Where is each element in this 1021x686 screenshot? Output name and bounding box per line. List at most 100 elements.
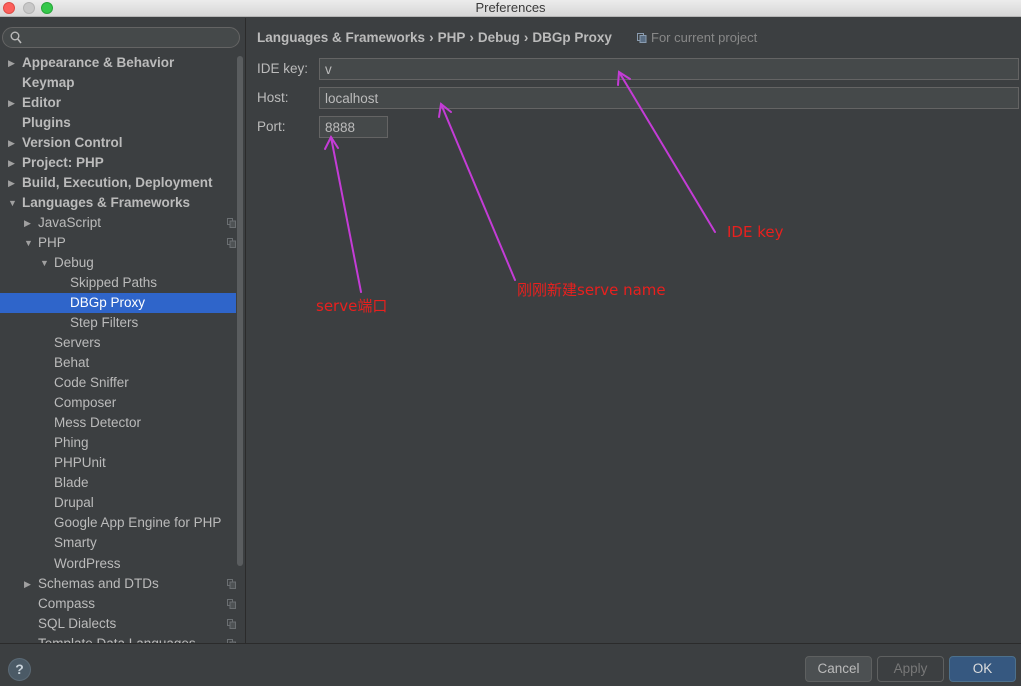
- sidebar-item[interactable]: ▼ PHP: [0, 233, 236, 253]
- sidebar-item-label: Servers: [54, 335, 101, 350]
- sidebar-scrollbar[interactable]: [236, 56, 244, 566]
- project-scope-icon: [227, 599, 236, 609]
- sidebar-item[interactable]: PHPUnit: [0, 453, 236, 473]
- sidebar-item-label: Code Sniffer: [54, 375, 129, 390]
- host-label: Host:: [257, 90, 289, 105]
- sidebar-item[interactable]: ▼ Debug: [0, 253, 236, 273]
- search-input[interactable]: [25, 30, 235, 45]
- sidebar-item-label: Template Data Languages: [38, 634, 196, 643]
- sidebar-item[interactable]: ▶ Editor: [0, 93, 236, 113]
- title-bar: Preferences: [0, 0, 1021, 17]
- ide-key-label: IDE key:: [257, 61, 309, 76]
- sidebar-item[interactable]: ▶ Schemas and DTDs: [0, 574, 236, 594]
- chevron-right-icon[interactable]: ▶: [24, 213, 34, 233]
- breadcrumb-item: PHP: [437, 30, 466, 45]
- sidebar-item[interactable]: Composer: [0, 393, 236, 413]
- port-label: Port:: [257, 119, 286, 134]
- sidebar-item-label: Composer: [54, 395, 117, 410]
- sidebar-item[interactable]: Mess Detector: [0, 413, 236, 433]
- breadcrumb: Languages & Frameworks › PHP › Debug › DBGp Pr…: [257, 29, 612, 47]
- sidebar-item[interactable]: Phing: [0, 433, 236, 453]
- sidebar-item-label: Appearance & Behavior: [22, 55, 175, 70]
- sidebar-item[interactable]: Servers: [0, 333, 236, 353]
- host-input[interactable]: [319, 87, 1019, 109]
- scope-indicator: For current project: [637, 29, 757, 47]
- annotation-ide-key: IDE key: [727, 223, 784, 241]
- sidebar-item[interactable]: Behat: [0, 353, 236, 373]
- sidebar-item-label: Editor: [22, 95, 61, 110]
- window-title: Preferences: [475, 0, 546, 15]
- sidebar-item[interactable]: SQL Dialects: [0, 614, 236, 634]
- project-scope-icon: [227, 579, 236, 589]
- sidebar-item[interactable]: Blade: [0, 473, 236, 493]
- sidebar-item-label: Google App Engine for PHP: [54, 515, 222, 530]
- sidebar-item-label: Step Filters: [70, 315, 139, 330]
- scope-label: For current project: [651, 30, 758, 45]
- chevron-down-icon[interactable]: ▼: [24, 233, 34, 253]
- sidebar-item-label: Smarty: [54, 535, 97, 550]
- annotation-port: serve端口: [316, 297, 388, 315]
- sidebar-item[interactable]: ▶ Version Control: [0, 133, 236, 153]
- annotation-host: 刚刚新建serve name: [517, 281, 666, 299]
- sidebar-item[interactable]: Skipped Paths: [0, 273, 236, 293]
- chevron-down-icon[interactable]: ▼: [8, 193, 18, 213]
- project-scope-icon: [227, 619, 236, 629]
- ok-button[interactable]: OK: [949, 656, 1016, 682]
- chevron-right-icon[interactable]: ▶: [8, 173, 18, 193]
- sidebar-item-label: SQL Dialects: [38, 616, 117, 631]
- chevron-right-icon[interactable]: ▶: [8, 93, 18, 113]
- sidebar-item-label: WordPress: [54, 556, 121, 571]
- project-scope-icon: [637, 33, 647, 43]
- sidebar-item[interactable]: Plugins: [0, 113, 236, 133]
- cancel-button[interactable]: Cancel: [805, 656, 872, 682]
- chevron-right-icon[interactable]: ▶: [8, 53, 18, 73]
- sidebar-item-label: Phing: [54, 435, 89, 450]
- sidebar-item[interactable]: Smarty: [0, 533, 236, 553]
- sidebar-item[interactable]: Step Filters: [0, 313, 236, 333]
- dialog-footer: ? Cancel Apply OK: [0, 643, 1021, 686]
- sidebar-item-label: Compass: [38, 596, 96, 611]
- sidebar-item-label: Debug: [54, 255, 94, 270]
- sidebar-item[interactable]: DBGp Proxy: [0, 293, 236, 313]
- chevron-down-icon[interactable]: ▼: [40, 253, 50, 273]
- settings-content: Languages & Frameworks › PHP › Debug › DBGp Pr…: [247, 18, 1021, 643]
- help-button[interactable]: ?: [8, 658, 31, 681]
- sidebar-item-label: Drupal: [54, 495, 94, 510]
- sidebar-item-label: PHP: [38, 235, 66, 250]
- breadcrumb-item: Languages & Frameworks: [257, 30, 426, 45]
- chevron-right-icon[interactable]: ▶: [8, 133, 18, 153]
- sidebar-item-label: Version Control: [22, 135, 123, 150]
- sidebar-item[interactable]: Drupal: [0, 493, 236, 513]
- sidebar-item[interactable]: Template Data Languages: [0, 634, 236, 643]
- sidebar-item[interactable]: Keymap: [0, 73, 236, 93]
- chevron-right-icon[interactable]: ▶: [8, 153, 18, 173]
- sidebar-item-label: DBGp Proxy: [70, 295, 146, 310]
- search-box[interactable]: [2, 27, 240, 48]
- sidebar-item[interactable]: ▶ JavaScript: [0, 213, 236, 233]
- breadcrumb-item: DBGp Proxy: [532, 30, 612, 45]
- chevron-right-icon[interactable]: ▶: [24, 574, 34, 594]
- sidebar-item[interactable]: ▶ Build, Execution, Deployment: [0, 173, 236, 193]
- port-input[interactable]: [319, 116, 388, 138]
- breadcrumb-separator: ›: [523, 30, 529, 45]
- sidebar-item-label: Skipped Paths: [70, 275, 158, 290]
- sidebar-item[interactable]: Code Sniffer: [0, 373, 236, 393]
- ide-key-input[interactable]: [319, 58, 1019, 80]
- sidebar-item[interactable]: WordPress: [0, 554, 236, 574]
- sidebar-item-label: Mess Detector: [54, 415, 142, 430]
- sidebar-item[interactable]: ▼ Languages & Frameworks: [0, 193, 236, 213]
- sidebar-item[interactable]: ▶ Project: PHP: [0, 153, 236, 173]
- sidebar-item[interactable]: Compass: [0, 594, 236, 614]
- sidebar-item-label: Plugins: [22, 115, 71, 130]
- sidebar-item-label: JavaScript: [38, 215, 102, 230]
- sidebar-item-label: Behat: [54, 355, 90, 370]
- apply-button[interactable]: Apply: [877, 656, 944, 682]
- sidebar-item[interactable]: ▶ Appearance & Behavior: [0, 53, 236, 73]
- project-scope-icon: [227, 218, 236, 228]
- project-scope-icon: [227, 238, 236, 248]
- breadcrumb-separator: ›: [469, 30, 474, 45]
- sidebar-item[interactable]: Google App Engine for PHP: [0, 513, 236, 533]
- breadcrumb-separator: ›: [429, 30, 434, 45]
- scrollbar-thumb[interactable]: [237, 56, 243, 566]
- search-icon: [10, 31, 22, 44]
